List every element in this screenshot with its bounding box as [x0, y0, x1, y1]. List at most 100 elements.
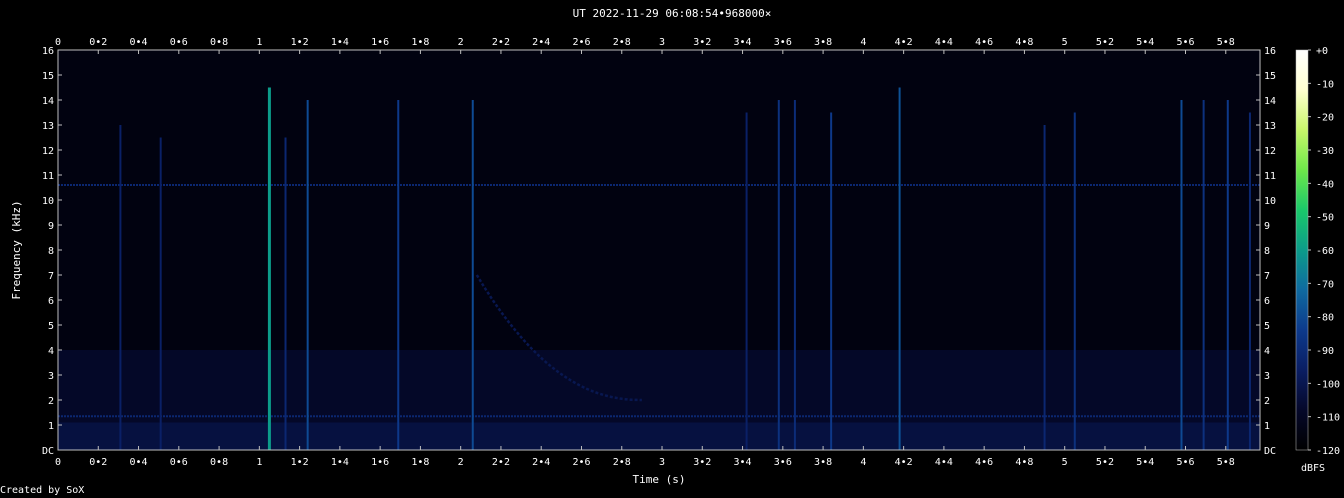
x-tick-label-top: 0•8 — [210, 37, 228, 48]
y-tick-label-left: 6 — [48, 296, 54, 307]
y-tick-label-right: 14 — [1264, 96, 1276, 107]
y-tick-label-right: 4 — [1264, 346, 1270, 357]
colorbar-tick-label: -30 — [1316, 146, 1334, 157]
y-tick-label-left: 14 — [42, 96, 54, 107]
x-tick-label-top: 1•8 — [411, 37, 429, 48]
colorbar-tick-label: -40 — [1316, 179, 1334, 190]
y-tick-label-right: 16 — [1264, 46, 1276, 57]
x-tick-label-bottom: 2•2 — [492, 457, 510, 468]
x-tick-label-bottom: 1 — [256, 457, 262, 468]
colorbar-ticks: +0 -10 -20 -30 -40 -50 -60 -70 -80 -90 -100 -110 -12… — [1308, 46, 1340, 457]
x-tick-label-bottom: 0 — [55, 457, 61, 468]
spectrogram-chart: 000•20•20•40•40•60•60•80•8111•21•21•41•4… — [10, 37, 1340, 486]
x-tick-label-top: 5•4 — [1136, 37, 1154, 48]
x-tick-label-top: 5•2 — [1096, 37, 1114, 48]
y-tick-label-left: 16 — [42, 46, 54, 57]
x-tick-label-top: 5 — [1062, 37, 1068, 48]
x-tick-label-bottom: 1•2 — [291, 457, 309, 468]
x-tick-label-top: 4•6 — [975, 37, 993, 48]
y-tick-label-left: 2 — [48, 396, 54, 407]
x-tick-label-top: 1 — [256, 37, 262, 48]
y-tick-label-left: 12 — [42, 146, 54, 157]
x-tick-label-bottom: 5•6 — [1176, 457, 1194, 468]
x-tick-label-top: 4•8 — [1015, 37, 1033, 48]
x-tick-label-bottom: 4 — [860, 457, 866, 468]
x-tick-label-top: 5•8 — [1217, 37, 1235, 48]
x-tick-label-bottom: 2•6 — [572, 457, 590, 468]
x-tick-label-bottom: 4•4 — [935, 457, 953, 468]
x-tick-label-bottom: 5 — [1062, 457, 1068, 468]
x-tick-label-top: 5•6 — [1176, 37, 1194, 48]
y-tick-label-left: 3 — [48, 371, 54, 382]
y-tick-label-right: 6 — [1264, 296, 1270, 307]
x-tick-label-top: 1•2 — [291, 37, 309, 48]
x-tick-label-top: 4•4 — [935, 37, 953, 48]
x-tick-label-bottom: 3•8 — [814, 457, 832, 468]
y-tick-label-right: 10 — [1264, 196, 1276, 207]
y-tick-label-right: 5 — [1264, 321, 1270, 332]
x-tick-label-top: 4•2 — [895, 37, 913, 48]
x-tick-label-top: 0 — [55, 37, 61, 48]
x-tick-label-bottom: 4•8 — [1015, 457, 1033, 468]
colorbar-tick-label: -70 — [1316, 279, 1334, 290]
x-tick-label-bottom: 3•4 — [734, 457, 752, 468]
y-tick-label-right: 9 — [1264, 221, 1270, 232]
x-tick-label-bottom: 3 — [659, 457, 665, 468]
x-tick-label-bottom: 0•4 — [130, 457, 148, 468]
colorbar-tick-label: -100 — [1316, 379, 1340, 390]
x-tick-label-bottom: 2•8 — [613, 457, 631, 468]
x-tick-label-top: 2•2 — [492, 37, 510, 48]
x-axis-label: Time (s) — [633, 473, 686, 486]
colorbar-tick-label: -120 — [1316, 446, 1340, 457]
y-tick-label-left: 13 — [42, 121, 54, 132]
y-axis-label: Frequency (kHz) — [10, 200, 23, 299]
x-tick-label-top: 1•6 — [371, 37, 389, 48]
y-tick-label-right: 1 — [1264, 421, 1270, 432]
x-tick-label-bottom: 4•6 — [975, 457, 993, 468]
colorbar-tick-label: -10 — [1316, 79, 1334, 90]
x-tick-label-top: 1•4 — [331, 37, 349, 48]
x-tick-label-bottom: 1•4 — [331, 457, 349, 468]
colorbar-tick-label: -20 — [1316, 113, 1334, 124]
x-tick-label-top: 2•8 — [613, 37, 631, 48]
y-tick-label-left: 15 — [42, 71, 54, 82]
y-tick-label-left: 8 — [48, 246, 54, 257]
noise-band-base — [58, 422, 1260, 450]
x-tick-label-bottom: 1•8 — [411, 457, 429, 468]
x-tick-label-bottom: 5•2 — [1096, 457, 1114, 468]
x-tick-label-top: 2 — [458, 37, 464, 48]
y-tick-label-left: 5 — [48, 321, 54, 332]
y-tick-label-left: 9 — [48, 221, 54, 232]
x-tick-label-top: 2•6 — [572, 37, 590, 48]
y-tick-label-left: 11 — [42, 171, 54, 182]
colorbar-tick-label: -80 — [1316, 313, 1334, 324]
x-tick-label-bottom: 4•2 — [895, 457, 913, 468]
x-tick-label-top: 3 — [659, 37, 665, 48]
x-tick-label-top: 4 — [860, 37, 866, 48]
x-tick-label-top: 3•6 — [774, 37, 792, 48]
y-tick-label-left: 4 — [48, 346, 54, 357]
x-tick-label-top: 3•4 — [734, 37, 752, 48]
colorbar-unit: dBFS — [1301, 463, 1325, 474]
y-tick-label-right: 15 — [1264, 71, 1276, 82]
colorbar-tick-label: -50 — [1316, 213, 1334, 224]
x-tick-label-top: 2•4 — [532, 37, 550, 48]
y-tick-label-right: 11 — [1264, 171, 1276, 182]
x-tick-label-bottom: 5•8 — [1217, 457, 1235, 468]
y-tick-label-left: 7 — [48, 271, 54, 282]
colorbar-tick-label: +0 — [1316, 46, 1328, 57]
x-tick-label-bottom: 2 — [458, 457, 464, 468]
credit-text: Created by SoX — [0, 485, 85, 496]
colorbar-tick-label: -110 — [1316, 413, 1340, 424]
y-tick-label-right: 7 — [1264, 271, 1270, 282]
y-tick-label-left: 1 — [48, 421, 54, 432]
colorbar-tick-label: -60 — [1316, 246, 1334, 257]
x-tick-label-bottom: 1•6 — [371, 457, 389, 468]
x-tick-label-bottom: 0•6 — [170, 457, 188, 468]
y-tick-label-right: 13 — [1264, 121, 1276, 132]
y-tick-label-right: 12 — [1264, 146, 1276, 157]
x-tick-label-bottom: 2•4 — [532, 457, 550, 468]
colorbar — [1295, 49, 1309, 451]
x-tick-label-top: 3•2 — [693, 37, 711, 48]
x-tick-label-top: 3•8 — [814, 37, 832, 48]
